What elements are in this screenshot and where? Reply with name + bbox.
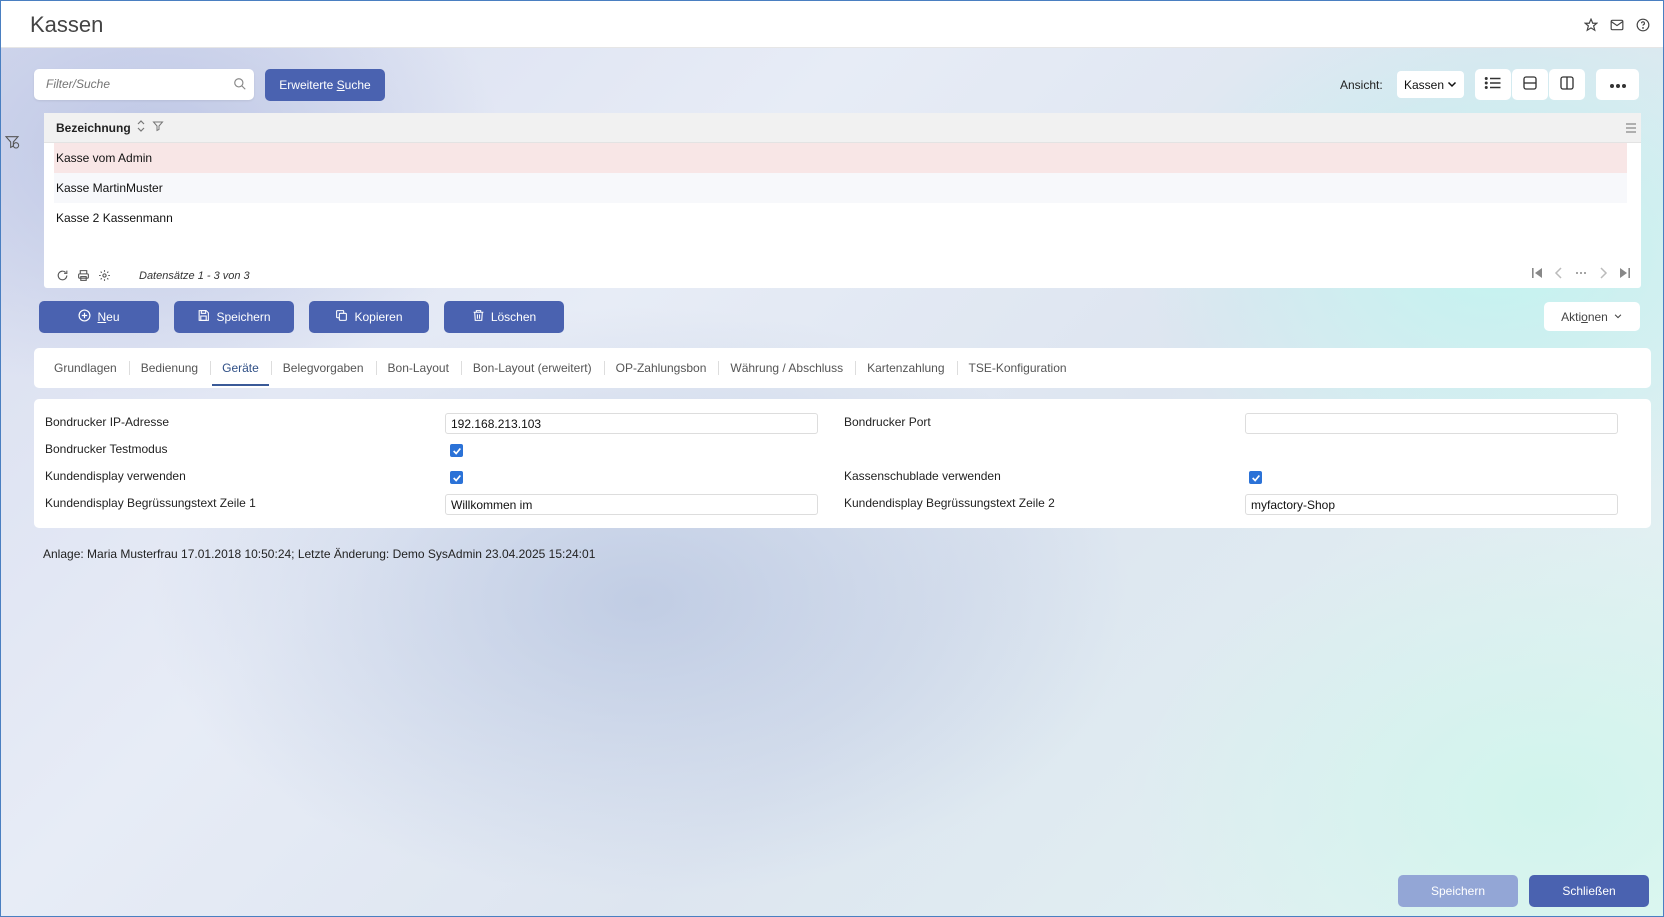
advanced-search-button[interactable]: Erweiterte Suche — [265, 69, 385, 101]
refresh-icon[interactable] — [56, 269, 72, 282]
table-row[interactable]: Kasse MartinMuster — [54, 173, 1627, 203]
tab-bar: Grundlagen Bedienung Geräte Belegvorgabe… — [34, 348, 1651, 388]
help-icon[interactable] — [1635, 17, 1651, 33]
actions-menu-label: Aktionen — [1561, 309, 1608, 324]
page-ellipsis-icon — [1575, 267, 1587, 282]
tab-tse-konfiguration[interactable]: TSE-Konfiguration — [956, 348, 1079, 388]
new-button[interactable]: Neu — [39, 301, 159, 333]
list-icon — [1484, 75, 1502, 94]
row-label: Kasse vom Admin — [56, 151, 153, 165]
save-record-button[interactable]: Speichern — [174, 301, 294, 333]
split-vertical-button[interactable] — [1549, 69, 1585, 100]
column-menu-icon[interactable] — [1625, 122, 1637, 136]
window: Kassen Erweiterte Suche Ansicht: Kassen — [0, 0, 1664, 917]
more-horizontal-icon — [1609, 78, 1627, 92]
search-icon[interactable] — [233, 77, 247, 94]
tab-waehrung-abschluss[interactable]: Währung / Abschluss — [718, 348, 855, 388]
display-use-checkbox[interactable] — [450, 471, 463, 484]
greeting-line1-label: Kundendisplay Begrüssungstext Zeile 1 — [45, 496, 256, 510]
greeting-line1-field[interactable]: Willkommen im — [445, 494, 818, 515]
next-page-icon[interactable] — [1597, 267, 1609, 282]
plus-circle-icon — [78, 309, 91, 325]
table-row[interactable]: Kasse 2 Kassenmann — [54, 203, 1627, 233]
search-box[interactable] — [34, 69, 254, 100]
copy-icon — [335, 309, 348, 325]
first-page-icon[interactable] — [1531, 267, 1543, 282]
tab-grundlagen[interactable]: Grundlagen — [42, 348, 129, 388]
view-select-value: Kassen — [1404, 77, 1445, 92]
mail-icon[interactable] — [1609, 17, 1625, 33]
search-input[interactable] — [46, 77, 226, 91]
table-row[interactable]: Kasse vom Admin — [54, 143, 1627, 173]
advanced-search-label: Erweiterte Suche — [279, 78, 371, 92]
previous-page-icon[interactable] — [1553, 267, 1565, 282]
split-horizontal-icon — [1522, 75, 1538, 94]
star-icon[interactable] — [1583, 17, 1599, 33]
view-label: Ansicht: — [1340, 78, 1383, 92]
printer-port-field[interactable] — [1245, 413, 1618, 434]
delete-button[interactable]: Löschen — [444, 301, 564, 333]
greeting-line2-label: Kundendisplay Begrüssungstext Zeile 2 — [844, 496, 1055, 510]
row-label: Kasse MartinMuster — [56, 181, 163, 195]
record-meta-info: Anlage: Maria Musterfrau 17.01.2018 10:5… — [43, 547, 596, 561]
grid-footer: Datensätze 1 - 3 von 3 — [44, 263, 1641, 288]
pager — [1531, 267, 1631, 282]
actions-menu-button[interactable]: Aktionen — [1544, 302, 1640, 331]
printer-ip-label: Bondrucker IP-Adresse — [45, 415, 170, 429]
list-view-button[interactable] — [1475, 69, 1511, 100]
cash-drawer-label: Kassenschublade verwenden — [844, 469, 1001, 483]
close-button[interactable]: Schließen — [1529, 875, 1649, 907]
greeting-line2-field[interactable]: myfactory-Shop — [1245, 494, 1618, 515]
trash-icon — [472, 309, 485, 325]
column-filter-icon[interactable] — [152, 120, 164, 135]
copy-label: Kopieren — [354, 310, 403, 324]
printer-ip-field[interactable]: 192.168.213.103 — [445, 413, 818, 434]
footer-save-button[interactable]: Speichern — [1398, 875, 1518, 907]
printer-testmode-checkbox[interactable] — [450, 444, 463, 457]
device-settings-form: Bondrucker IP-Adresse 192.168.213.103 Bo… — [34, 399, 1651, 528]
new-button-label: Neu — [97, 310, 120, 324]
row-label: Kasse 2 Kassenmann — [56, 211, 173, 225]
grid-header: Bezeichnung — [44, 113, 1641, 143]
printer-testmode-label: Bondrucker Testmodus — [45, 442, 168, 456]
split-horizontal-button[interactable] — [1512, 69, 1548, 100]
filter-panel-icon[interactable] — [4, 134, 20, 150]
title-bar-icons — [1583, 17, 1651, 33]
save-record-label: Speichern — [216, 310, 271, 324]
sort-icon[interactable] — [136, 120, 146, 135]
delete-label: Löschen — [490, 310, 537, 324]
view-select[interactable]: Kassen — [1397, 71, 1464, 98]
print-icon[interactable] — [77, 269, 93, 282]
printer-port-label: Bondrucker Port — [844, 415, 931, 429]
display-use-label: Kundendisplay verwenden — [45, 469, 186, 483]
settings-icon[interactable] — [98, 269, 114, 282]
chevron-down-icon — [1446, 78, 1458, 93]
tab-belegvorgaben[interactable]: Belegvorgaben — [270, 348, 376, 388]
copy-button[interactable]: Kopieren — [309, 301, 429, 333]
tab-bon-layout[interactable]: Bon-Layout — [375, 348, 461, 388]
cash-drawer-checkbox[interactable] — [1249, 471, 1262, 484]
page-title: Kassen — [30, 12, 104, 37]
chevron-down-icon — [1613, 310, 1623, 324]
tab-op-zahlungsbon[interactable]: OP-Zahlungsbon — [603, 348, 719, 388]
record-count: Datensätze 1 - 3 von 3 — [139, 269, 250, 282]
tab-bon-layout-erweitert[interactable]: Bon-Layout (erweitert) — [460, 348, 604, 388]
split-vertical-icon — [1559, 75, 1575, 94]
tab-bedienung[interactable]: Bedienung — [128, 348, 210, 388]
save-icon — [197, 309, 210, 325]
tab-geraete[interactable]: Geräte — [210, 348, 271, 388]
records-grid: Bezeichnung Kasse vom Admin Kasse Martin… — [44, 113, 1641, 288]
last-page-icon[interactable] — [1619, 267, 1631, 282]
tab-kartenzahlung[interactable]: Kartenzahlung — [855, 348, 956, 388]
more-options-button[interactable] — [1596, 69, 1639, 100]
title-bar: Kassen — [1, 1, 1663, 48]
column-header-bezeichnung[interactable]: Bezeichnung — [56, 121, 131, 135]
